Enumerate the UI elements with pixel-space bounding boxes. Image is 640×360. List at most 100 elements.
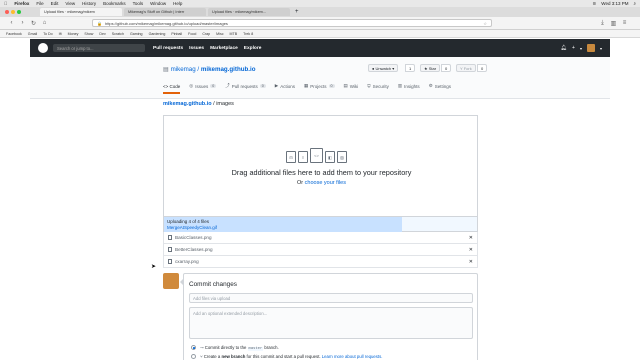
remove-file-icon[interactable]: ✕: [469, 235, 473, 241]
bookmark-item[interactable]: Gardening: [149, 32, 166, 36]
reload-icon[interactable]: ↻: [30, 20, 37, 27]
bookmark-item[interactable]: To Do: [43, 32, 52, 36]
commit-description-input[interactable]: Add an optional extended description...: [189, 307, 473, 339]
list-item: BetterClasses.png ✕: [163, 244, 478, 256]
breadcrumb-repo-link[interactable]: mikemag.github.io: [163, 101, 212, 107]
notifications-bell-icon[interactable]: 🔔︎: [561, 45, 567, 51]
tab-settings[interactable]: ⚙ Settings: [429, 83, 451, 94]
tab-actions[interactable]: ▶ Actions: [275, 83, 295, 94]
bookmark-star-icon[interactable]: ☆: [483, 21, 487, 26]
commit-summary-input[interactable]: Add files via upload: [189, 293, 473, 303]
bookmark-item[interactable]: Pinball: [171, 32, 182, 36]
nav-marketplace[interactable]: Marketplace: [210, 46, 238, 51]
url-bar[interactable]: 🔒 https://github.com/mikemag/mikemag.git…: [92, 19, 492, 27]
file-type-icons: ⊟ ≡ <> ◧ ▨: [286, 148, 347, 163]
bookmark-item[interactable]: MTB: [230, 32, 238, 36]
nav-pull-requests[interactable]: Pull requests: [153, 46, 183, 51]
file-name: BasicClasses.png: [175, 235, 212, 240]
upload-current-file: MergeAtSpeedyClean.gif: [167, 225, 218, 230]
file-drop-zone[interactable]: ⊟ ≡ <> ◧ ▨ Drag additional files here to…: [163, 115, 478, 217]
remove-file-icon[interactable]: ✕: [469, 259, 473, 265]
bookmark-item[interactable]: Crap: [202, 32, 210, 36]
spotlight-icon[interactable]: ⌕: [633, 1, 636, 7]
fork-count[interactable]: 0: [477, 64, 488, 72]
commit-author-avatar: [163, 273, 179, 289]
remove-file-icon[interactable]: ✕: [469, 247, 473, 253]
bookmark-item[interactable]: Dev: [99, 32, 105, 36]
tab-projects[interactable]: ▦ Projects 0: [304, 83, 335, 94]
drop-zone-choose: Or choose your files: [297, 180, 346, 186]
menu-window[interactable]: Window: [150, 1, 166, 6]
back-icon[interactable]: ‹: [8, 20, 15, 27]
file-name: BetterClasses.png: [175, 247, 213, 252]
browser-tab[interactable]: Upload files · mikemag/mikem...: [208, 8, 290, 16]
hamburger-menu-icon[interactable]: ≡: [621, 20, 628, 27]
menu-firefox[interactable]: Firefox: [14, 1, 29, 6]
clock[interactable]: Wed 3:13 PM: [601, 1, 628, 7]
play-icon: ▶: [274, 83, 279, 88]
forward-icon[interactable]: ›: [19, 20, 26, 27]
commit-new-branch-radio[interactable]: [191, 354, 196, 359]
close-window-icon[interactable]: [5, 10, 9, 14]
unwatch-button[interactable]: ● Unwatch ▾: [368, 64, 399, 72]
github-logo-icon[interactable]: [38, 43, 48, 53]
nav-issues[interactable]: Issues: [189, 46, 204, 51]
star-count[interactable]: 0: [441, 64, 452, 72]
commit-new-branch-label: ⑂ Create a new branch for this commit an…: [200, 354, 383, 359]
repo-owner-link[interactable]: mikemag: [171, 66, 196, 73]
menu-edit[interactable]: Edit: [51, 1, 59, 6]
wifi-icon[interactable]: ≋: [593, 1, 597, 7]
menu-help[interactable]: Help: [173, 1, 182, 6]
browser-tab[interactable]: Mikemag's Stuff on Github | Interr: [124, 8, 206, 16]
tab-issues[interactable]: ◎ Issues 0: [189, 83, 217, 94]
bookmark-item[interactable]: Money: [68, 32, 79, 36]
bookmark-item[interactable]: Misc: [216, 32, 223, 36]
avatar[interactable]: [586, 44, 595, 52]
bookmark-item[interactable]: Gmail: [28, 32, 37, 36]
zoom-window-icon[interactable]: [17, 10, 21, 14]
apple-icon[interactable]: : [4, 1, 7, 6]
lock-icon: 🔒: [97, 20, 102, 26]
menu-history[interactable]: History: [82, 1, 96, 6]
repo-name-link[interactable]: mikemag.github.io: [201, 66, 256, 73]
branch-name: master: [247, 347, 264, 351]
bookmark-item[interactable]: Food: [188, 32, 196, 36]
fork-button[interactable]: Y Fork: [456, 64, 476, 72]
nav-explore[interactable]: Explore: [244, 46, 262, 51]
library-icon[interactable]: ▥: [610, 20, 617, 27]
menu-tools[interactable]: Tools: [133, 1, 144, 6]
tab-pull-requests[interactable]: ⤴ Pull requests 0: [225, 83, 266, 94]
downloads-icon[interactable]: ⤓: [599, 20, 606, 27]
tab-code[interactable]: <> Code: [163, 83, 181, 94]
tab-security[interactable]: ⛨ Security: [367, 83, 389, 94]
menu-view[interactable]: View: [65, 1, 75, 6]
bookmark-item[interactable]: Trek 8: [243, 32, 253, 36]
new-tab-icon[interactable]: +: [295, 9, 299, 15]
commit-direct-label: ⊸ Commit directly to the master branch.: [200, 345, 279, 351]
search-input[interactable]: Search or jump to...: [53, 44, 145, 52]
tab-insights[interactable]: ▥ Insights: [398, 83, 420, 94]
menu-file[interactable]: File: [36, 1, 43, 6]
browser-tab-bar: Upload files · mikemag/mikem Mikemag's S…: [0, 7, 640, 17]
learn-more-link[interactable]: Learn more about pull requests.: [322, 354, 383, 359]
create-new-button[interactable]: +: [572, 45, 575, 51]
menu-bookmarks[interactable]: Bookmarks: [103, 1, 126, 6]
repo-tabs: <> Code ◎ Issues 0 ⤴ Pull requests 0 ▶ Action…: [163, 83, 460, 94]
choose-files-link[interactable]: choose your files: [305, 180, 346, 186]
bookmark-item[interactable]: Facebook: [6, 32, 22, 36]
bookmark-item[interactable]: Show: [84, 32, 93, 36]
github-header: Search or jump to... Pull requests Issue…: [30, 39, 610, 57]
minimize-window-icon[interactable]: [11, 10, 15, 14]
bookmark-item[interactable]: Ift: [59, 32, 62, 36]
bookmark-item[interactable]: Gaming: [130, 32, 143, 36]
watch-count[interactable]: 1: [405, 64, 416, 72]
file-icon: [168, 247, 172, 252]
project-icon: ▦: [303, 83, 309, 88]
tab-wiki[interactable]: ▤ Wiki: [344, 83, 359, 94]
commit-direct-radio[interactable]: [191, 345, 196, 350]
browser-tab[interactable]: Upload files · mikemag/mikem: [40, 8, 122, 16]
star-button[interactable]: ★ Star: [420, 64, 441, 72]
bookmark-item[interactable]: Scratch: [112, 32, 124, 36]
home-icon[interactable]: ⌂: [41, 20, 48, 27]
uploaded-file-list: BasicClasses.png ✕ BetterClasses.png ✕ c…: [163, 232, 478, 268]
